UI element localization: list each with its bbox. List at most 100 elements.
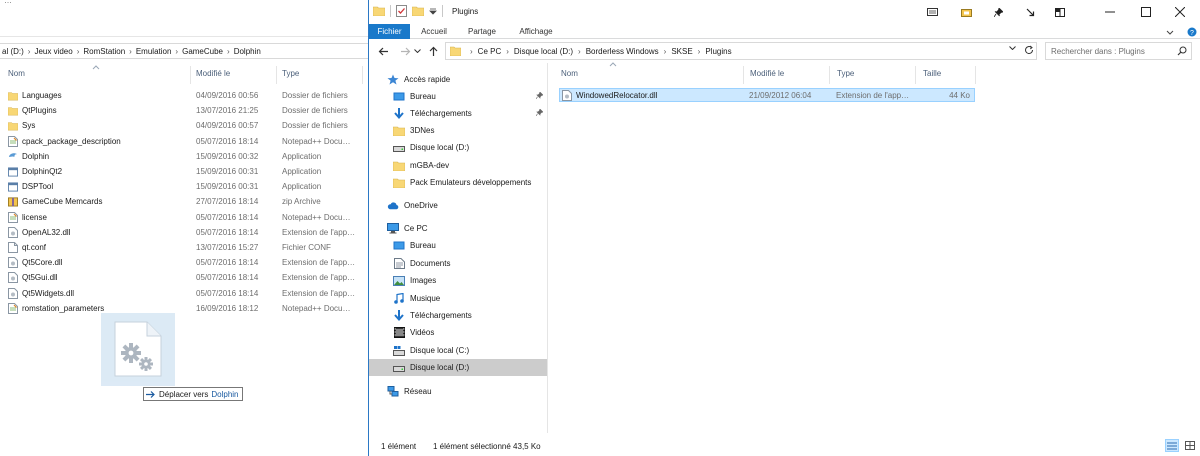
ribbon-expand-button[interactable] xyxy=(1163,27,1177,37)
file-modified: 04/09/2016 00:56 xyxy=(196,91,259,100)
crumb-romstation[interactable]: RomStation xyxy=(83,47,125,56)
column-divider[interactable] xyxy=(362,66,363,84)
nav-item-disque-local-d[interactable]: Disque local (D:) xyxy=(369,359,547,376)
nav-item-onedrive[interactable]: OneDrive xyxy=(369,197,547,214)
crumb-gamecube[interactable]: GameCube xyxy=(182,47,223,56)
crumb-plugins[interactable]: Plugins xyxy=(705,47,731,56)
nav-item-t-l-chargements[interactable]: Téléchargements xyxy=(369,105,547,122)
file-row[interactable]: Dolphin 15/09/2016 00:32 Application xyxy=(0,149,370,164)
large-icons-view-button[interactable] xyxy=(1183,439,1197,452)
file-row[interactable]: Qt5Gui.dll 05/07/2016 18:14 Extension de l… xyxy=(0,270,370,285)
back-address-bar[interactable]: al (D:) › Jeux video › RomStation › Emul… xyxy=(0,43,370,59)
file-row-selected[interactable]: WindowedRelocator.dll 21/09/2012 06:04 E… xyxy=(559,88,975,102)
nav-item-bureau[interactable]: Bureau xyxy=(369,237,547,254)
drag-tooltip: Déplacer vers Dolphin xyxy=(143,387,243,401)
file-row[interactable]: OpenAL32.dll 05/07/2016 18:14 Extension de… xyxy=(0,225,370,240)
file-row[interactable]: GameCube Memcards 27/07/2016 18:14 zip Arc… xyxy=(0,194,370,209)
nav-item-ce-pc[interactable]: Ce PC xyxy=(369,220,547,237)
column-modified-header[interactable]: Modifié le xyxy=(196,69,230,78)
file-row[interactable]: DolphinQt2 15/09/2016 00:31 Application xyxy=(0,164,370,179)
folder-icon xyxy=(8,105,18,116)
column-size-header[interactable]: Taille xyxy=(923,69,941,78)
item-count: 1 élément xyxy=(381,442,417,451)
windows-drive-icon xyxy=(393,345,405,356)
file-row[interactable]: DSPTool 15/09/2016 00:31 Application xyxy=(0,179,370,194)
column-divider[interactable] xyxy=(915,66,916,84)
crumb-drive[interactable]: al (D:) xyxy=(2,47,24,56)
crumb-separator-icon[interactable]: › xyxy=(470,47,473,56)
file-row[interactable]: Qt5Widgets.dll 05/07/2016 18:14 Extension … xyxy=(0,286,370,301)
column-name-header[interactable]: Nom xyxy=(561,69,578,78)
column-divider[interactable] xyxy=(276,66,277,84)
nav-item-images[interactable]: Images xyxy=(369,272,547,289)
computer-icon xyxy=(387,223,399,234)
crumb-dolphin[interactable]: Dolphin xyxy=(234,47,261,56)
crumb-ce-pc[interactable]: Ce PC xyxy=(478,47,502,56)
crumb-separator-icon: › xyxy=(76,46,80,56)
tab-fichier[interactable]: Fichier xyxy=(369,24,410,39)
file-row[interactable]: romstation_parameters 16/09/2016 18:12 Not… xyxy=(0,301,370,316)
file-modified: 13/07/2016 15:27 xyxy=(196,243,259,252)
nav-item-3dnes[interactable]: 3DNes xyxy=(369,122,547,139)
column-divider[interactable] xyxy=(190,66,191,84)
crumb-emulation[interactable]: Emulation xyxy=(136,47,172,56)
new-folder-icon[interactable] xyxy=(412,6,424,16)
title-bar[interactable]: Plugins xyxy=(369,0,1200,24)
crumb-separator-icon[interactable]: › xyxy=(664,47,667,56)
address-history-button[interactable] xyxy=(1009,46,1016,50)
column-modified-header[interactable]: Modifié le xyxy=(750,69,784,78)
file-list: Nom Modifié le Type Taille WindowedReloc… xyxy=(553,62,1200,433)
details-view-button[interactable] xyxy=(1165,439,1179,452)
close-button[interactable] xyxy=(1157,0,1200,24)
column-name-header[interactable]: Nom xyxy=(8,69,25,78)
nav-item-documents[interactable]: Documents xyxy=(369,255,547,272)
nav-item-musique[interactable]: Musique xyxy=(369,290,547,307)
crumb-separator-icon[interactable]: › xyxy=(506,47,509,56)
tab-affichage[interactable]: Affichage xyxy=(511,24,561,39)
column-divider[interactable] xyxy=(975,66,976,84)
refresh-button[interactable] xyxy=(1022,43,1036,57)
nav-item-bureau[interactable]: Bureau xyxy=(369,88,547,105)
crumb-separator-icon[interactable]: › xyxy=(698,47,701,56)
crumb-jeux-video[interactable]: Jeux video xyxy=(34,47,72,56)
nav-item-label: Images xyxy=(410,276,437,285)
nav-item-r-seau[interactable]: Réseau xyxy=(369,383,547,400)
file-row[interactable]: cpack_package_description 05/07/2016 18:1… xyxy=(0,134,370,149)
file-row[interactable]: Qt5Core.dll 05/07/2016 18:14 Extension de … xyxy=(0,255,370,270)
nav-item-disque-local-d[interactable]: Disque local (D:) xyxy=(369,139,547,156)
file-row[interactable]: Languages 04/09/2016 00:56 Dossier de fich… xyxy=(0,88,370,103)
nav-item-disque-local-c[interactable]: Disque local (C:) xyxy=(369,342,547,359)
close-icon xyxy=(1175,7,1185,17)
crumb-skse[interactable]: SKSE xyxy=(671,47,692,56)
column-divider[interactable] xyxy=(829,66,830,84)
column-divider[interactable] xyxy=(743,66,744,84)
properties-icon[interactable] xyxy=(396,5,407,17)
tab-accueil[interactable]: Accueil xyxy=(415,24,453,39)
recent-locations-button[interactable] xyxy=(413,45,421,57)
nav-item-pack-emulateurs-d-veloppements[interactable]: Pack Emulateurs développements xyxy=(369,174,547,191)
back-button[interactable] xyxy=(377,45,389,57)
nav-item-mgba-dev[interactable]: mGBA-dev xyxy=(369,157,547,174)
notepad-document-icon xyxy=(8,302,18,314)
crumb-disque-d[interactable]: Disque local (D:) xyxy=(514,47,573,56)
file-row[interactable]: license 05/07/2016 18:14 Notepad++ Docu… xyxy=(0,210,370,225)
crumb-separator-icon[interactable]: › xyxy=(578,47,581,56)
column-type-header[interactable]: Type xyxy=(837,69,854,78)
tile-window-button[interactable] xyxy=(1037,0,1083,24)
help-button[interactable]: ? xyxy=(1185,27,1199,37)
customize-toolbar-icon[interactable] xyxy=(429,7,437,15)
crumb-borderless-windows[interactable]: Borderless Windows xyxy=(586,47,659,56)
forward-button[interactable] xyxy=(399,45,411,57)
search-input[interactable]: Rechercher dans : Plugins xyxy=(1045,42,1192,60)
file-row[interactable]: Sys 04/09/2016 00:57 Dossier de fichiers xyxy=(0,118,370,133)
tab-partage[interactable]: Partage xyxy=(463,24,501,39)
nav-item-acc-s-rapide[interactable]: Accès rapide xyxy=(369,71,547,88)
nav-item-vid-os[interactable]: Vidéos xyxy=(369,324,547,341)
file-row[interactable]: qt.conf 13/07/2016 15:27 Fichier CONF xyxy=(0,240,370,255)
file-row[interactable]: QtPlugins 13/07/2016 21:25 Dossier de fich… xyxy=(0,103,370,118)
up-button[interactable] xyxy=(427,45,439,57)
nav-item-t-l-chargements[interactable]: Téléchargements xyxy=(369,307,547,324)
address-bar[interactable]: › Ce PC › Disque local (D:) › Borderless… xyxy=(445,42,1037,60)
back-column-header: Nom Modifié le Type xyxy=(0,65,370,84)
column-type-header[interactable]: Type xyxy=(282,69,299,78)
